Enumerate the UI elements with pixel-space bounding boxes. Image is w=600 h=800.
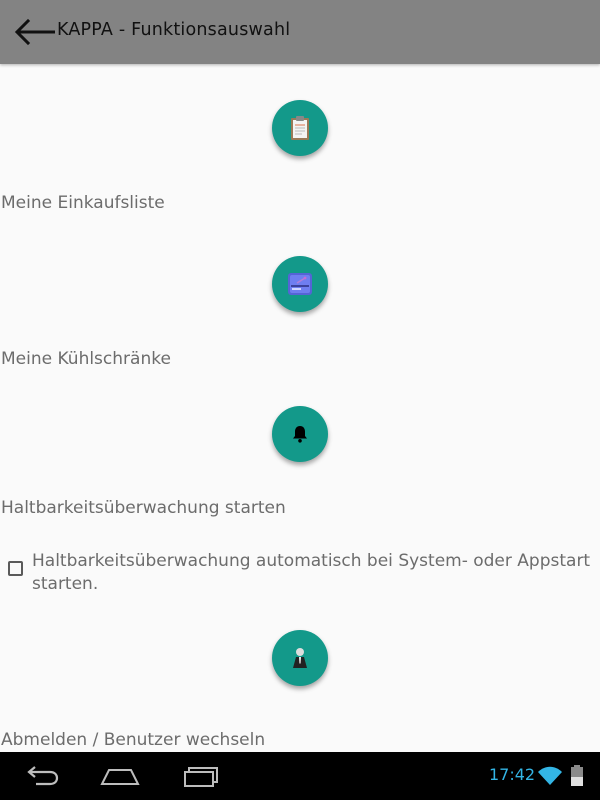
arrow-left-icon [14,18,55,46]
battery-icon [571,765,583,786]
user-icon [293,648,307,668]
fridges-button[interactable] [272,256,328,312]
fridges-label: Meine Kühlschränke [1,349,171,369]
autostart-checkbox-label: Haltbarkeitsüberwachung automatisch bei … [32,551,591,594]
back-nav-icon [27,766,59,786]
logout-button[interactable] [272,630,328,686]
home-nav-icon [100,769,140,785]
shopping-list-button[interactable] [272,100,328,156]
app-screen: KAPPA - Funktionsauswahl Meine Einkaufsl… [0,0,600,800]
expiry-monitoring-label: Haltbarkeitsüberwachung starten [1,498,286,518]
recents-nav-button[interactable] [181,762,225,790]
recents-nav-icon [184,767,218,787]
home-nav-button[interactable] [98,762,142,790]
fridge-icon [288,273,312,295]
expiry-monitoring-button[interactable] [272,406,328,462]
back-nav-button[interactable] [22,762,66,790]
autostart-checkbox[interactable] [8,561,23,576]
system-navigation-bar: 17:42 [0,752,600,800]
logout-label: Abmelden / Benutzer wechseln [1,730,266,750]
toolbar: KAPPA - Funktionsauswahl [0,0,600,64]
bell-icon [293,426,307,443]
page-title: KAPPA - Funktionsauswahl [57,20,291,40]
wifi-icon [538,766,562,785]
clipboard-icon [291,116,309,140]
back-button[interactable] [12,14,56,50]
shopping-list-label: Meine Einkaufsliste [1,193,165,213]
status-time: 17:42 [489,765,536,784]
